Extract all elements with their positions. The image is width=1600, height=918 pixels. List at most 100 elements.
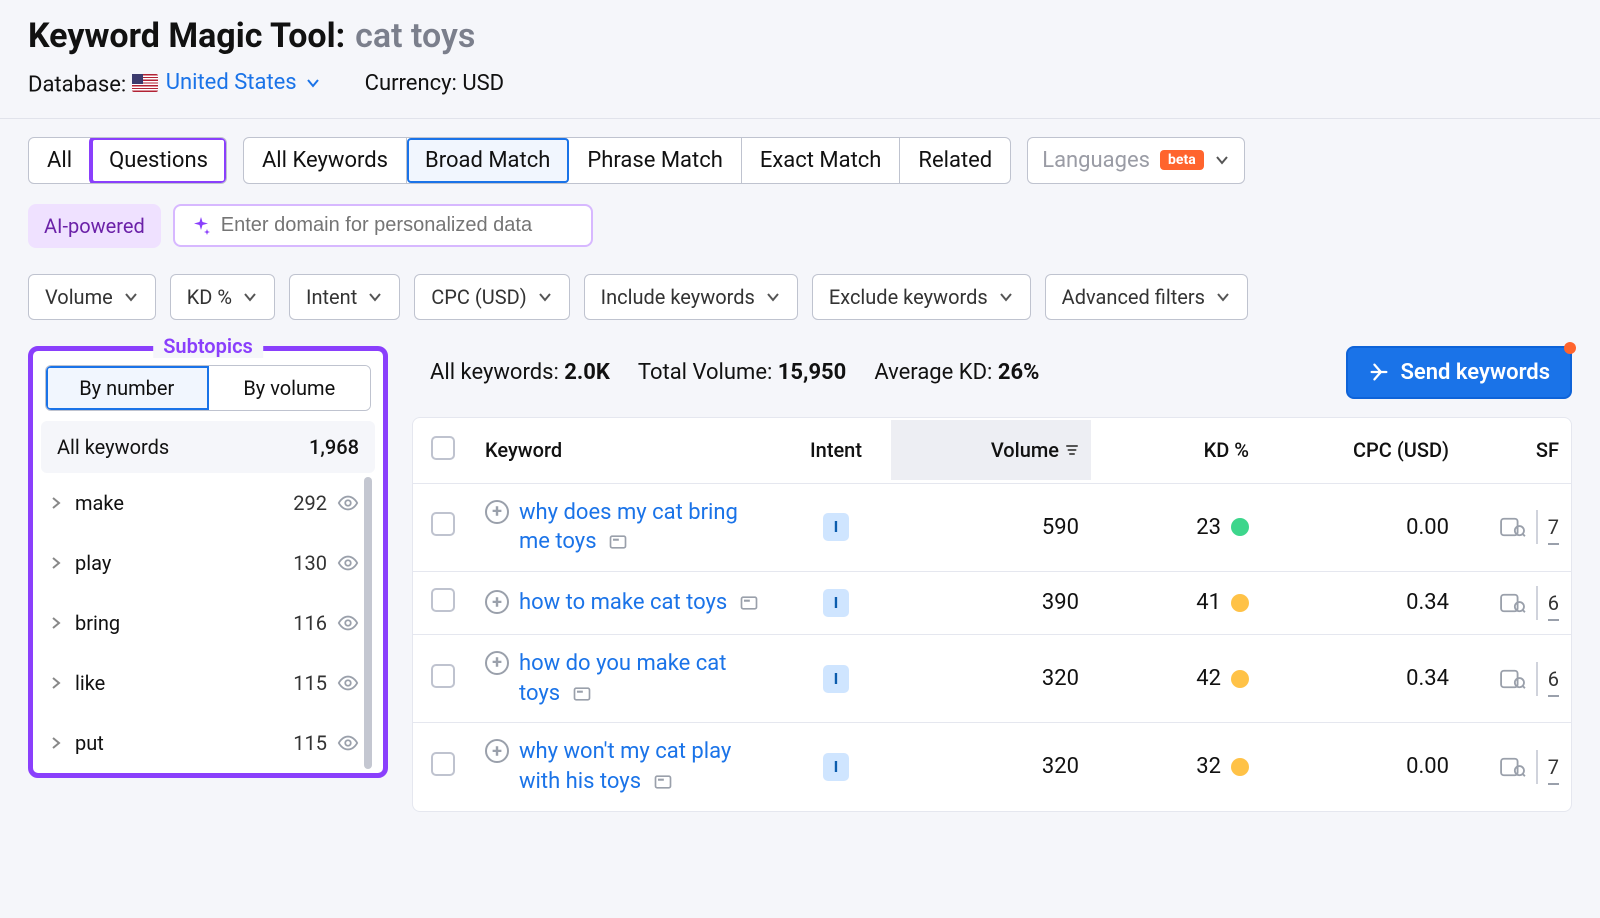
kd-value: 32 [1196,754,1221,779]
send-keywords-button[interactable]: Send keywords [1346,346,1572,399]
chevron-down-icon [1214,152,1230,168]
sidebar-item-count: 116 [293,611,327,635]
serp-features-icon[interactable] [1500,756,1526,778]
serp-features-icon[interactable] [1500,516,1526,538]
sidebar-item-label[interactable]: make [75,491,293,515]
page-title: Keyword Magic Tool: [28,16,345,56]
subtopics-sidebar: Subtopics By number By volume All keywor… [28,346,388,778]
languages-dropdown[interactable]: Languages beta [1027,137,1244,184]
serp-icon[interactable] [653,772,673,792]
sidebar-item: like 115 [41,653,375,713]
sidebar-item-count: 115 [293,671,327,695]
table-row: + why won't my cat play with his toys I … [413,723,1571,810]
chevron-down-icon [305,75,321,91]
serp-features-icon[interactable] [1500,592,1526,614]
tab-all-keywords[interactable]: All Keywords [244,138,407,183]
us-flag-icon [132,74,158,92]
chevron-right-icon[interactable] [49,736,75,750]
select-all-checkbox[interactable] [431,436,455,460]
serp-icon[interactable] [608,532,628,552]
keyword-link[interactable]: how to make cat toys [519,590,727,615]
intent-badge: I [823,665,849,693]
keyword-link[interactable]: why won't my cat play with his toys [519,739,731,794]
kd-value: 23 [1196,515,1221,540]
tab-related[interactable]: Related [900,138,1010,183]
chevron-down-icon [765,289,781,305]
sidebar-all-keywords-label: All keywords [57,435,169,459]
sidebar-tab-by-volume[interactable]: By volume [209,366,371,410]
filter-kd[interactable]: KD % [170,274,275,320]
sidebar-item-label[interactable]: bring [75,611,293,635]
filter-intent[interactable]: Intent [289,274,400,320]
row-checkbox[interactable] [431,588,455,612]
col-volume[interactable]: Volume [891,420,1091,480]
stat-kd-value: 26% [998,360,1040,385]
stat-kd-label: Average KD: [874,360,992,385]
sidebar-item-label[interactable]: play [75,551,293,575]
kd-value: 41 [1196,590,1221,615]
col-kd[interactable]: KD % [1091,420,1261,480]
filter-volume[interactable]: Volume [28,274,156,320]
volume-value: 390 [891,590,1091,615]
row-checkbox[interactable] [431,752,455,776]
tab-phrase-match[interactable]: Phrase Match [569,138,741,183]
filter-include-keywords[interactable]: Include keywords [584,274,798,320]
tab-questions[interactable]: Questions [91,138,226,183]
sf-value: 7 [1548,515,1559,539]
serp-features-icon[interactable] [1500,668,1526,690]
eye-icon[interactable] [337,492,359,514]
col-sf[interactable]: SF [1461,420,1571,480]
currency-label: Currency: USD [365,71,504,96]
row-checkbox[interactable] [431,512,455,536]
filter-advanced[interactable]: Advanced filters [1045,274,1248,320]
eye-icon[interactable] [337,612,359,634]
serp-icon[interactable] [572,684,592,704]
subtopics-label: Subtopics [153,334,263,358]
row-checkbox[interactable] [431,664,455,688]
stat-all-value: 2.0K [564,360,610,385]
intent-badge: I [823,513,849,541]
keyword-link[interactable]: how do you make cat toys [519,651,726,706]
table-row: + how to make cat toys I 390 41 0.34 [413,572,1571,635]
divider [1536,750,1538,784]
chevron-right-icon[interactable] [49,556,75,570]
volume-value: 590 [891,515,1091,540]
eye-icon[interactable] [337,732,359,754]
chevron-right-icon[interactable] [49,616,75,630]
add-keyword-icon[interactable]: + [485,739,509,763]
database-country-dropdown[interactable]: United States [132,70,321,95]
add-keyword-icon[interactable]: + [485,500,509,524]
cpc-value: 0.34 [1261,590,1461,615]
kd-dot-icon [1231,594,1249,612]
sparkle-icon [191,216,211,236]
tab-exact-match[interactable]: Exact Match [742,138,901,183]
beta-badge: beta [1160,150,1204,170]
kd-dot-icon [1231,670,1249,688]
sidebar-item-label[interactable]: like [75,671,293,695]
cpc-value: 0.00 [1261,754,1461,779]
add-keyword-icon[interactable]: + [485,651,509,675]
col-cpc[interactable]: CPC (USD) [1261,420,1461,480]
sidebar-item: bring 116 [41,593,375,653]
divider [1536,662,1538,696]
keyword-link[interactable]: why does my cat bring me toys [519,500,738,555]
tab-all[interactable]: All [29,138,91,183]
sidebar-item-label[interactable]: put [75,731,293,755]
eye-icon[interactable] [337,552,359,574]
chevron-right-icon[interactable] [49,676,75,690]
ai-domain-input[interactable] [221,214,575,237]
ai-domain-input-wrap[interactable] [173,204,593,247]
col-keyword[interactable]: Keyword [473,420,781,480]
chevron-right-icon[interactable] [49,496,75,510]
sidebar-item-count: 130 [293,551,327,575]
eye-icon[interactable] [337,672,359,694]
col-intent[interactable]: Intent [781,420,891,480]
filter-cpc[interactable]: CPC (USD) [414,274,569,320]
filter-exclude-keywords[interactable]: Exclude keywords [812,274,1031,320]
serp-icon[interactable] [739,593,759,613]
sf-value: 6 [1548,667,1559,691]
add-keyword-icon[interactable]: + [485,590,509,614]
sidebar-item: play 130 [41,533,375,593]
tab-broad-match[interactable]: Broad Match [407,138,569,183]
sidebar-tab-by-number[interactable]: By number [46,366,209,410]
